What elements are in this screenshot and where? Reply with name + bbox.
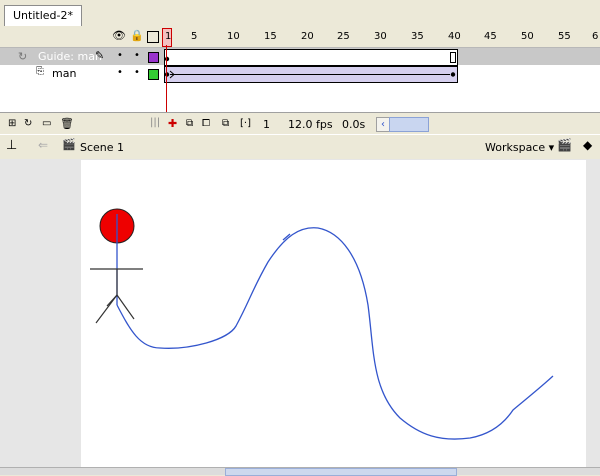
scrollbar-thumb[interactable] bbox=[225, 468, 457, 476]
stage-artwork bbox=[90, 208, 554, 440]
stick-figure-right-leg bbox=[116, 294, 135, 320]
motion-guide-path bbox=[116, 227, 554, 440]
